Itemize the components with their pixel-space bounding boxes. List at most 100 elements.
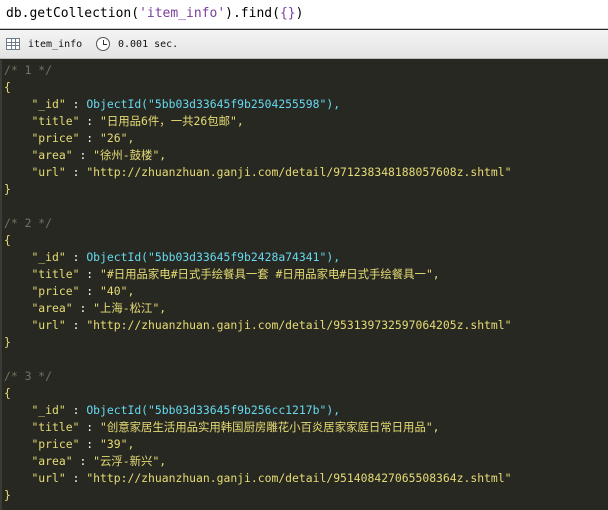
query-prefix: db.getCollection( <box>6 6 140 21</box>
close-brace: } <box>4 182 11 196</box>
field-value: "创意家居生活用品实用韩国厨房雕花小百炎居家家庭日常日用品", <box>100 420 440 434</box>
field-value: ObjectId("5bb03d33645f9b2504255598"), <box>86 97 341 111</box>
record-comment-line: /* 3 */ <box>4 368 52 385</box>
field-key: "price" <box>31 284 80 298</box>
field-line: "title" : "日用品6件，一共26包邮", <box>4 113 244 130</box>
open-brace: { <box>4 80 11 94</box>
field-value: "#日用品家电#日式手绘餐具一套 #日用品家电#日式手绘餐具一", <box>100 267 440 281</box>
field-value: ObjectId("5bb03d33645f9b2428a74341"), <box>86 250 341 264</box>
record-comment: /* 1 */ <box>4 63 53 77</box>
field-line: "area" : "云浮-新兴", <box>4 453 166 470</box>
field-value: "上海-松江", <box>93 301 167 315</box>
query-editor[interactable]: db.getCollection('item_info').find({}) <box>0 0 608 29</box>
field-separator: : <box>65 318 87 332</box>
field-key: "_id" <box>31 250 66 264</box>
query-collection-literal: 'item_info' <box>139 6 226 21</box>
field-line: "_id" : ObjectId("5bb03d33645f9b256cc121… <box>4 402 340 419</box>
close-brace: } <box>4 488 11 502</box>
record-comment-line: /* 2 */ <box>4 215 52 232</box>
collection-name[interactable]: item_info <box>28 38 82 51</box>
query-filter: {} <box>279 6 296 21</box>
field-separator: : <box>72 454 94 468</box>
field-value: "39", <box>100 437 135 451</box>
field-separator: : <box>79 114 101 128</box>
field-line: "price" : "40", <box>4 283 134 300</box>
query-text[interactable]: db.getCollection('item_info').find({}) <box>6 5 303 22</box>
field-separator: : <box>65 471 87 485</box>
field-line: "price" : "39", <box>4 436 134 453</box>
field-key: "_id" <box>31 97 66 111</box>
field-key: "title" <box>31 267 80 281</box>
field-line: "url" : "http://zhuanzhuan.ganji.com/det… <box>4 164 512 181</box>
field-key: "title" <box>31 114 80 128</box>
field-line: "price" : "26", <box>4 130 134 147</box>
record-comment-line: /* 1 */ <box>4 62 52 79</box>
field-key: "area" <box>31 301 73 315</box>
open-brace: { <box>4 233 11 247</box>
field-separator: : <box>79 437 101 451</box>
field-value: "40", <box>100 284 135 298</box>
record-close-line: } <box>4 334 11 351</box>
field-value: "徐州-鼓楼", <box>93 148 167 162</box>
record-open-line: { <box>4 232 11 249</box>
field-line: "_id" : ObjectId("5bb03d33645f9b25042555… <box>4 96 340 113</box>
clock-icon <box>96 37 110 51</box>
field-key: "title" <box>31 420 80 434</box>
field-separator: : <box>72 301 94 315</box>
field-key: "price" <box>31 437 80 451</box>
query-suffix: ) <box>295 6 304 21</box>
field-separator: : <box>65 403 87 417</box>
record-open-line: { <box>4 385 11 402</box>
field-separator: : <box>79 284 101 298</box>
field-key: "url" <box>31 318 66 332</box>
field-line: "url" : "http://zhuanzhuan.ganji.com/det… <box>4 470 511 487</box>
field-line: "title" : "#日用品家电#日式手绘餐具一套 #日用品家电#日式手绘餐具… <box>4 266 440 283</box>
field-key: "_id" <box>31 403 66 417</box>
field-separator: : <box>65 250 87 264</box>
record-close-line: } <box>4 487 11 504</box>
field-value: "云浮-新兴", <box>93 454 167 468</box>
field-value: "http://zhuanzhuan.ganji.com/detail/9712… <box>86 165 512 179</box>
field-key: "area" <box>31 454 73 468</box>
field-line: "area" : "徐州-鼓楼", <box>4 147 166 164</box>
field-line: "_id" : ObjectId("5bb03d33645f9b2428a743… <box>4 249 340 266</box>
table-icon <box>6 38 20 50</box>
result-status-bar: item_info 0.001 sec. <box>0 30 608 59</box>
field-key: "url" <box>31 165 66 179</box>
field-value: ObjectId("5bb03d33645f9b256cc1217b"), <box>86 403 341 417</box>
field-separator: : <box>72 148 94 162</box>
field-line: "area" : "上海-松江", <box>4 300 166 317</box>
field-value: "http://zhuanzhuan.ganji.com/detail/9531… <box>86 318 512 332</box>
field-value: "日用品6件，一共26包邮", <box>100 114 244 128</box>
field-separator: : <box>79 131 101 145</box>
field-key: "url" <box>31 471 66 485</box>
close-brace: } <box>4 335 11 349</box>
field-line: "url" : "http://zhuanzhuan.ganji.com/det… <box>4 317 512 334</box>
field-value: "26", <box>100 131 135 145</box>
results-text-view[interactable]: /* 1 */ { "_id" : ObjectId("5bb03d33645f9… <box>0 60 608 510</box>
field-separator: : <box>65 165 87 179</box>
field-separator: : <box>79 267 101 281</box>
record-comment: /* 2 */ <box>4 216 53 230</box>
query-middle: ).find( <box>225 6 280 21</box>
field-separator: : <box>65 97 87 111</box>
query-time: 0.001 sec. <box>118 39 179 50</box>
field-key: "area" <box>31 148 73 162</box>
record-close-line: } <box>4 181 11 198</box>
field-key: "price" <box>31 131 80 145</box>
